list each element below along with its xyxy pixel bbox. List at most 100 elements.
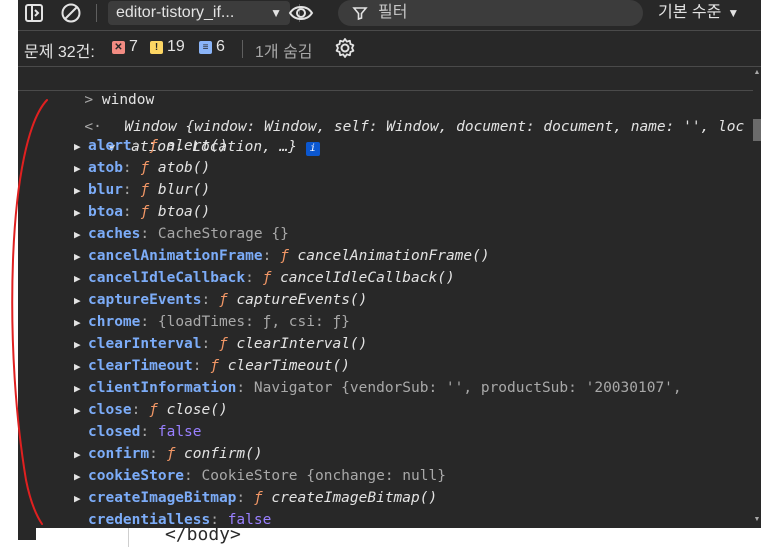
property-row-atob[interactable]: ▶ atob: ƒ atob(): [74, 157, 210, 179]
property-row-blur[interactable]: ▶ blur: ƒ blur(): [74, 179, 210, 201]
expand-arrow-right-icon[interactable]: ▶: [74, 224, 88, 246]
source-strip: </body>: [0, 524, 761, 547]
issues-warnings[interactable]: ! 19: [150, 38, 185, 56]
console-row-divider: [18, 90, 753, 91]
property-value: btoa(): [157, 204, 211, 220]
property-name: clearTimeout: [88, 358, 193, 374]
expand-arrow-right-icon[interactable]: ▶: [74, 136, 88, 158]
property-name: captureEvents: [88, 292, 202, 308]
property-row-createImageBitmap[interactable]: ▶ createImageBitmap: ƒ createImageBitmap(…: [74, 487, 437, 509]
property-row-clientInformation[interactable]: ▶ clientInformation: Navigator {vendorSub…: [74, 377, 682, 399]
property-row-btoa[interactable]: ▶ btoa: ƒ btoa(): [74, 201, 210, 223]
property-separator: :: [149, 446, 167, 462]
property-name: btoa: [88, 204, 123, 220]
property-value: clearInterval(): [236, 336, 368, 352]
console-scrollbar[interactable]: ▲ ▼: [753, 67, 761, 528]
console-input-row: > window: [32, 67, 154, 108]
property-row-chrome[interactable]: ▶ chrome: {loadTimes: ƒ, csi: ƒ}: [74, 311, 350, 333]
devtools-console-panel: editor-tistory_if... ▼ 필터 기본 수준 ▼ 문제 32건:…: [18, 0, 761, 528]
scroll-up-arrow-icon[interactable]: ▲: [753, 69, 761, 76]
expand-arrow-right-icon[interactable]: ▶: [74, 378, 88, 400]
property-separator: :: [131, 138, 150, 154]
clear-console-icon[interactable]: [60, 2, 82, 24]
function-icon: ƒ: [210, 358, 228, 374]
expand-arrow-right-icon[interactable]: ▶: [74, 290, 88, 312]
property-name: cancelAnimationFrame: [88, 248, 263, 264]
expand-arrow-right-icon[interactable]: ▶: [74, 202, 88, 224]
warnings-count: 19: [167, 38, 185, 55]
issues-label: 문제 32건:: [24, 44, 95, 61]
issues-bar: 문제 32건: ✕ 7 ! 19 ≡ 6 1개 숨김: [18, 32, 761, 64]
expand-arrow-right-icon[interactable]: ▶: [74, 466, 88, 488]
property-row-confirm[interactable]: ▶ confirm: ƒ confirm(): [74, 443, 263, 465]
property-separator: :: [140, 424, 158, 440]
property-row-close[interactable]: ▶ close: ƒ close(): [74, 399, 228, 421]
property-row-clearInterval[interactable]: ▶ clearInterval: ƒ clearInterval(): [74, 333, 367, 355]
filter-input[interactable]: 필터: [338, 0, 643, 26]
expand-arrow-right-icon[interactable]: ▶: [74, 334, 88, 356]
property-row-cancelAnimationFrame[interactable]: ▶ cancelAnimationFrame: ƒ cancelAnimation…: [74, 245, 490, 267]
property-separator: :: [122, 182, 141, 198]
expand-arrow-right-icon[interactable]: ▶: [74, 488, 88, 510]
context-selector[interactable]: editor-tistory_if... ▼: [108, 1, 290, 25]
property-name: closed: [88, 424, 141, 440]
issues-divider: [242, 40, 243, 58]
expand-arrow-right-icon[interactable]: ▶: [74, 246, 88, 268]
live-expression-eye-icon[interactable]: [288, 2, 314, 24]
expand-arrow-right-icon[interactable]: ▶: [74, 400, 88, 422]
property-name: createImageBitmap: [88, 490, 237, 506]
gear-icon[interactable]: [334, 37, 356, 59]
sidebar-toggle-icon[interactable]: [24, 3, 44, 23]
console-toolbar: editor-tistory_if... ▼ 필터 기본 수준 ▼: [18, 0, 761, 28]
property-row-caches[interactable]: ▶ caches: CacheStorage {}: [74, 223, 289, 245]
property-value: cancelIdleCallback(): [280, 270, 455, 286]
function-icon: ƒ: [140, 160, 158, 176]
issues-errors[interactable]: ✕ 7: [112, 38, 138, 56]
context-selector-label: editor-tistory_if...: [116, 4, 235, 21]
left-white-margin: [0, 0, 18, 528]
object-preview[interactable]: Window {window: Window, self: Window, do…: [72, 94, 744, 135]
info-message-icon: ≡: [199, 40, 212, 54]
property-value: alert(): [166, 138, 228, 154]
property-row-captureEvents[interactable]: ▶ captureEvents: ƒ captureEvents(): [74, 289, 367, 311]
property-name: caches: [88, 226, 141, 242]
expand-arrow-right-icon[interactable]: ▶: [74, 444, 88, 466]
property-separator: :: [122, 160, 141, 176]
expand-arrow-right-icon[interactable]: ▶: [74, 312, 88, 334]
source-code-line: </body>: [165, 524, 241, 545]
expand-arrow-right-icon[interactable]: ▶: [74, 180, 88, 202]
function-icon: ƒ: [166, 446, 185, 462]
property-separator: :: [192, 358, 211, 374]
property-name: blur: [88, 182, 123, 198]
log-level-selector[interactable]: 기본 수준 ▼: [658, 0, 739, 26]
hidden-count: 1개 숨김: [255, 44, 313, 61]
property-value: confirm(): [184, 446, 263, 462]
property-row-cookieStore[interactable]: ▶ cookieStore: CookieStore {onchange: nul…: [74, 465, 446, 487]
indent-guide: [128, 528, 129, 547]
property-name: confirm: [88, 446, 150, 462]
function-icon: ƒ: [140, 204, 158, 220]
expand-arrow-right-icon[interactable]: ▶: [74, 356, 88, 378]
expand-arrow-right-icon[interactable]: ▶: [74, 268, 88, 290]
warning-icon: !: [150, 40, 163, 54]
scrollbar-thumb[interactable]: [753, 119, 761, 141]
property-value: clearTimeout(): [227, 358, 350, 374]
property-row-alert[interactable]: ▶ alert: ƒ alert(): [74, 135, 228, 157]
issues-infos[interactable]: ≡ 6: [199, 38, 225, 56]
property-value: CacheStorage {}: [157, 226, 289, 242]
info-icon[interactable]: i: [305, 142, 320, 156]
console-output[interactable]: > window <· Window {window: Window, self…: [18, 67, 753, 528]
scroll-down-arrow-icon[interactable]: ▼: [753, 516, 761, 523]
property-value: captureEvents(): [236, 292, 368, 308]
property-separator: :: [184, 468, 202, 484]
property-separator: :: [140, 226, 158, 242]
property-value: createImageBitmap(): [271, 490, 438, 506]
property-value: blur(): [157, 182, 211, 198]
property-row-clearTimeout[interactable]: ▶ clearTimeout: ƒ clearTimeout(): [74, 355, 350, 377]
function-icon: ƒ: [262, 270, 281, 286]
object-preview-cont[interactable]: ▼ ation: Location, …} i: [56, 114, 320, 156]
expand-arrow-right-icon[interactable]: ▶: [74, 158, 88, 180]
property-row-cancelIdleCallback[interactable]: ▶ cancelIdleCallback: ƒ cancelIdleCallbac…: [74, 267, 455, 289]
property-separator: :: [122, 204, 141, 220]
chevron-down-icon: ▼: [727, 6, 740, 20]
